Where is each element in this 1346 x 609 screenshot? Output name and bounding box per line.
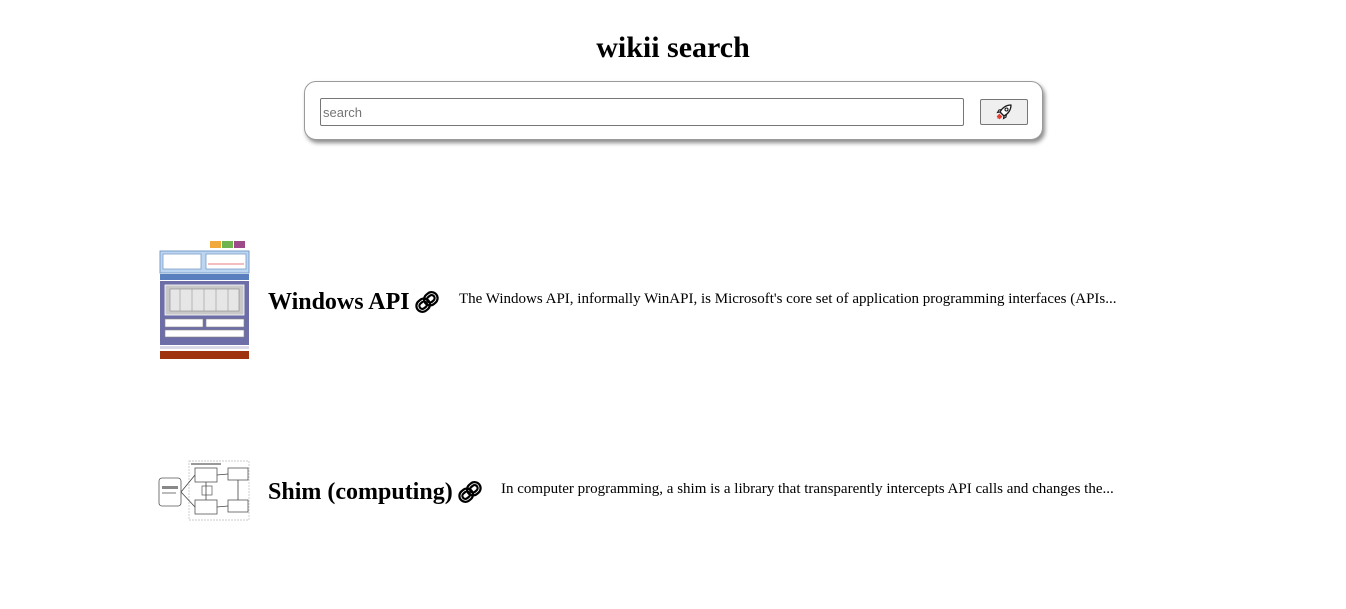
result-snippet: In computer programming, a shim is a lib… xyxy=(501,481,1114,497)
link-icon xyxy=(414,291,439,313)
link-icon xyxy=(457,481,482,503)
result-thumbnail[interactable] xyxy=(158,458,252,522)
page: wikii search search Windows API The Wind… xyxy=(0,0,1346,609)
result-title-link[interactable]: Shim (computing) xyxy=(268,474,485,510)
result-title: Shim (computing) xyxy=(268,478,453,505)
result-item: Shim (computing) In computer programming… xyxy=(158,456,1198,526)
search-button[interactable] xyxy=(980,99,1028,125)
result-title-link[interactable]: Windows API xyxy=(268,284,442,320)
result-snippet: The Windows API, informally WinAPI, is M… xyxy=(459,291,1117,307)
result-item: Windows API The Windows API, informally … xyxy=(158,239,1198,364)
search-box xyxy=(304,81,1043,140)
result-title: Windows API xyxy=(268,288,410,315)
page-title: wikii search xyxy=(596,31,750,64)
search-input[interactable] xyxy=(320,98,964,126)
result-thumbnail[interactable] xyxy=(158,239,251,361)
rocket-icon xyxy=(996,104,1012,120)
